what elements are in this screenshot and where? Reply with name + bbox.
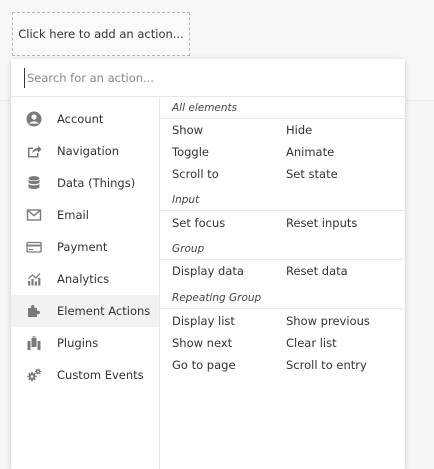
action-show-previous[interactable]: Show previous bbox=[286, 314, 370, 328]
database-icon bbox=[28, 176, 40, 190]
action-animate[interactable]: Animate bbox=[286, 145, 334, 159]
navigation-icon bbox=[28, 145, 42, 158]
group-divider bbox=[160, 210, 405, 211]
account-icon bbox=[26, 111, 42, 127]
sidebar-item-label: Data (Things) bbox=[57, 176, 136, 190]
action-toggle[interactable]: Toggle bbox=[172, 145, 209, 159]
group-title-group: Group bbox=[172, 243, 205, 255]
puzzle-icon bbox=[28, 305, 40, 317]
action-picker-popup: Account Navigation Data (Things) Email bbox=[11, 59, 405, 469]
category-sidebar: Account Navigation Data (Things) Email P… bbox=[11, 97, 160, 469]
sidebar-item-label: Email bbox=[57, 208, 89, 222]
sidebar-item-label: Analytics bbox=[57, 272, 110, 286]
payment-card-icon bbox=[26, 241, 42, 253]
sidebar-item-payment[interactable]: Payment bbox=[11, 231, 159, 263]
group-divider bbox=[160, 259, 405, 260]
sidebar-item-account[interactable]: Account bbox=[11, 103, 159, 135]
action-hide[interactable]: Hide bbox=[286, 123, 312, 137]
group-title-input: Input bbox=[172, 194, 200, 206]
action-scroll-to-entry[interactable]: Scroll to entry bbox=[286, 358, 367, 372]
action-display-list[interactable]: Display list bbox=[172, 314, 235, 328]
action-show[interactable]: Show bbox=[172, 123, 203, 137]
action-clear-list[interactable]: Clear list bbox=[286, 336, 337, 350]
sidebar-item-email[interactable]: Email bbox=[11, 199, 159, 231]
search-bar bbox=[11, 59, 405, 97]
action-show-next[interactable]: Show next bbox=[172, 336, 232, 350]
group-title-all-elements: All elements bbox=[172, 102, 238, 114]
plugins-icon bbox=[27, 336, 41, 350]
sidebar-item-label: Payment bbox=[57, 240, 108, 254]
search-input[interactable] bbox=[24, 68, 387, 88]
sidebar-item-plugins[interactable]: Plugins bbox=[11, 327, 159, 359]
action-go-to-page[interactable]: Go to page bbox=[172, 358, 236, 372]
action-scroll-to[interactable]: Scroll to bbox=[172, 167, 219, 181]
group-divider bbox=[160, 118, 405, 119]
analytics-icon bbox=[28, 273, 41, 286]
sidebar-item-element-actions[interactable]: Element Actions bbox=[11, 295, 159, 327]
sidebar-item-analytics[interactable]: Analytics bbox=[11, 263, 159, 295]
sidebar-item-label: Plugins bbox=[57, 336, 99, 350]
action-reset-data[interactable]: Reset data bbox=[286, 264, 348, 278]
sidebar-item-label: Account bbox=[57, 112, 104, 126]
action-display-data[interactable]: Display data bbox=[172, 264, 244, 278]
sidebar-item-label: Navigation bbox=[57, 144, 120, 158]
action-reset-inputs[interactable]: Reset inputs bbox=[286, 216, 357, 230]
email-icon bbox=[26, 209, 42, 221]
action-set-state[interactable]: Set state bbox=[286, 167, 338, 181]
group-title-repeating-group: Repeating Group bbox=[172, 292, 262, 304]
sidebar-item-custom-events[interactable]: Custom Events bbox=[11, 359, 159, 391]
group-divider bbox=[160, 308, 405, 309]
add-action-button[interactable]: Click here to add an action... bbox=[12, 12, 190, 56]
gears-icon bbox=[27, 368, 41, 382]
actions-list: All elements Show Hide Toggle Animate Sc… bbox=[160, 97, 405, 469]
sidebar-item-label: Custom Events bbox=[57, 368, 144, 382]
action-set-focus[interactable]: Set focus bbox=[172, 216, 225, 230]
sidebar-item-label: Element Actions bbox=[57, 304, 151, 318]
sidebar-item-navigation[interactable]: Navigation bbox=[11, 135, 159, 167]
sidebar-item-data-things[interactable]: Data (Things) bbox=[11, 167, 159, 199]
